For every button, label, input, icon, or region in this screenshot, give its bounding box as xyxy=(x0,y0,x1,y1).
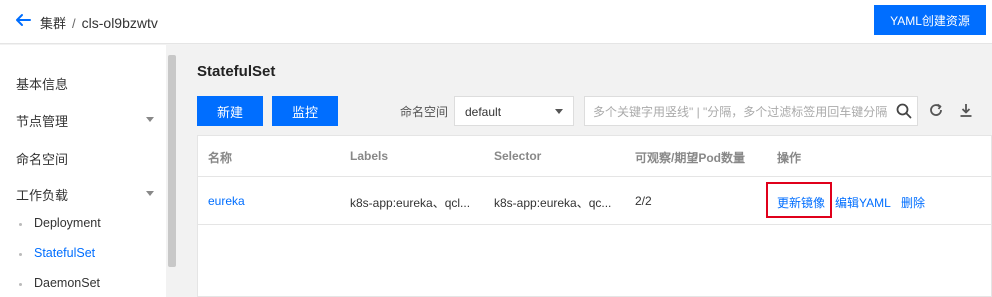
breadcrumb-cluster-link[interactable]: 集群 xyxy=(40,16,66,31)
sidebar-item-workload[interactable]: 工作负载 xyxy=(16,185,68,204)
create-button[interactable]: 新建 xyxy=(197,96,263,126)
main-content: StatefulSet 新建 监控 命名空间 default 名称 Labels… xyxy=(180,45,992,297)
search-icon[interactable] xyxy=(895,102,913,120)
column-header-labels: Labels xyxy=(350,149,389,163)
yaml-create-button[interactable]: YAML创建资源 xyxy=(874,5,986,35)
row-pod-count: 2/2 xyxy=(635,194,652,208)
sidebar-subitem-statefulset[interactable]: StatefulSet xyxy=(34,246,95,260)
bullet-dot xyxy=(19,223,22,226)
chevron-down-icon xyxy=(555,109,563,114)
breadcrumb: 集群 / cls-ol9bzwtv xyxy=(40,13,158,32)
statefulset-table: 名称 Labels Selector 可观察/期望Pod数量 操作 eureka… xyxy=(197,135,992,297)
namespace-value: default xyxy=(465,105,502,119)
bullet-dot xyxy=(19,283,22,286)
back-arrow-icon[interactable] xyxy=(14,11,32,29)
sidebar-item-node-management[interactable]: 节点管理 xyxy=(16,111,68,130)
page-title: StatefulSet xyxy=(197,63,276,80)
sidebar-scrollbar[interactable] xyxy=(168,55,176,267)
row-labels: k8s-app:eureka、qcl... xyxy=(350,196,471,210)
row-selector: k8s-app:eureka、qc... xyxy=(494,196,612,210)
sidebar-subitem-deployment[interactable]: Deployment xyxy=(34,216,101,230)
sidebar-item-namespace[interactable]: 命名空间 xyxy=(16,149,68,168)
breadcrumb-current: cls-ol9bzwtv xyxy=(81,15,158,31)
sidebar-item-basic-info[interactable]: 基本信息 xyxy=(16,74,68,93)
namespace-label: 命名空间 xyxy=(400,105,449,119)
monitor-button[interactable]: 监控 xyxy=(272,96,338,126)
column-header-name: 名称 xyxy=(208,151,233,165)
column-header-actions: 操作 xyxy=(777,151,802,165)
namespace-select[interactable]: default xyxy=(454,96,574,126)
download-icon[interactable] xyxy=(958,102,974,118)
chevron-down-icon[interactable] xyxy=(146,191,154,196)
refresh-icon[interactable] xyxy=(928,102,944,118)
edit-yaml-link[interactable]: 编辑YAML xyxy=(835,194,891,211)
column-header-pod-count: 可观察/期望Pod数量 xyxy=(635,151,745,165)
search-input[interactable] xyxy=(593,103,889,120)
update-image-link[interactable]: 更新镜像 xyxy=(777,194,825,211)
sidebar-subitem-daemonset[interactable]: DaemonSet xyxy=(34,276,100,290)
bullet-dot xyxy=(19,253,22,256)
breadcrumb-separator: / xyxy=(72,16,76,31)
chevron-down-icon[interactable] xyxy=(146,117,154,122)
row-name-link[interactable]: eureka xyxy=(208,194,245,208)
delete-link[interactable]: 删除 xyxy=(901,194,925,211)
divider xyxy=(198,224,992,225)
top-bar: 集群 / cls-ol9bzwtv YAML创建资源 xyxy=(0,0,992,44)
search-box xyxy=(584,96,918,126)
sidebar: 基本信息 节点管理 命名空间 工作负载 Deployment StatefulS… xyxy=(0,45,166,297)
column-header-selector: Selector xyxy=(494,149,542,163)
divider xyxy=(198,176,992,177)
